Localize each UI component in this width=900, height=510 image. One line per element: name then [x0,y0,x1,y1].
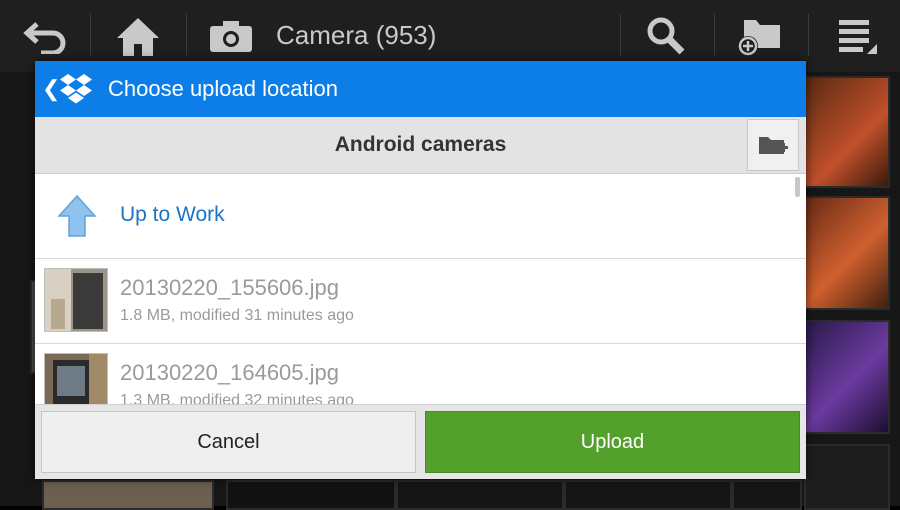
upload-location-dialog: ❮ Choose upload location Android cameras… [35,61,806,479]
file-meta: 1.3 MB, modified 32 minutes ago [120,392,354,404]
upload-button[interactable]: Upload [425,411,800,473]
folder-contents-list[interactable]: Up to Work 20130220_155606.jpg 1.8 MB, m… [35,174,806,404]
gallery-thumbnail[interactable] [804,196,890,310]
file-thumbnail [44,268,108,332]
list-item[interactable]: 20130220_155606.jpg 1.8 MB, modified 31 … [35,259,806,344]
up-arrow-icon [57,194,97,237]
up-to-parent-label: Up to Work [120,203,225,226]
dialog-title: Choose upload location [108,76,338,101]
current-folder-name: Android cameras [334,133,507,156]
list-item[interactable]: 20130220_164605.jpg 1.3 MB, modified 32 … [35,344,806,404]
dialog-footer: Cancel Upload [35,404,806,479]
gallery-thumbnail[interactable] [804,76,890,188]
dialog-header[interactable]: ❮ Choose upload location [35,61,806,117]
file-name: 20130220_155606.jpg [120,275,340,300]
gallery-thumbnail[interactable] [804,320,890,434]
file-thumbnail [44,353,108,404]
file-name: 20130220_164605.jpg [120,360,340,385]
list-scrollbar[interactable] [795,177,800,197]
menu-icon[interactable] [832,0,882,72]
current-folder-bar: Android cameras [35,117,806,174]
folder-plus-icon [759,137,788,154]
gallery-title: Camera (953) [276,20,437,50]
gallery-thumbnail[interactable] [804,444,890,510]
cancel-button[interactable]: Cancel [41,411,416,473]
dropbox-logo-icon [60,74,92,104]
up-to-parent-row[interactable]: Up to Work [35,174,806,259]
chevron-left-icon[interactable]: ❮ [42,76,60,102]
new-folder-button[interactable] [747,119,799,171]
file-meta: 1.8 MB, modified 31 minutes ago [120,307,354,324]
